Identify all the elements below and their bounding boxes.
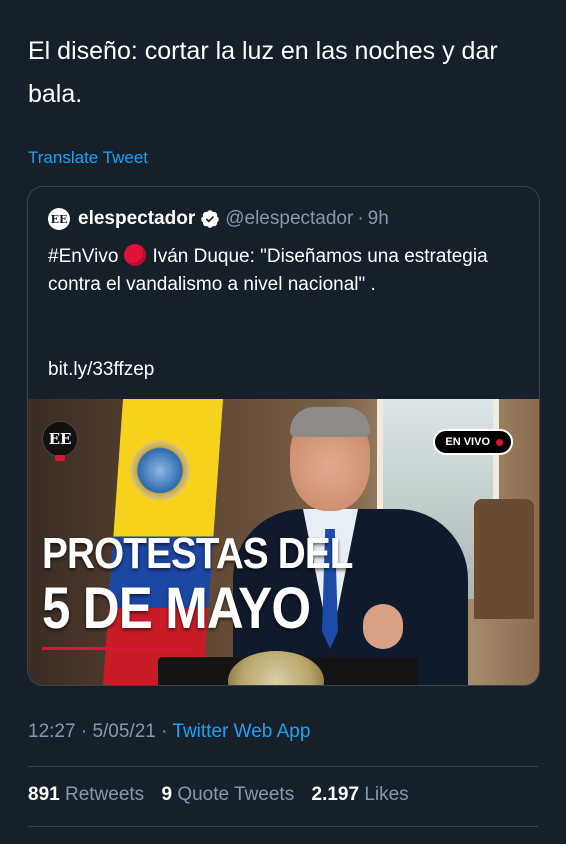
quoted-tweet-card[interactable]: EE elespectador @elespectador · 9h #EnVi… [27, 186, 540, 686]
quoted-tweet-header: EE elespectador @elespectador · 9h [48, 207, 389, 231]
headline-underline [42, 647, 192, 650]
quoted-handle[interactable]: @elespectador [225, 208, 353, 230]
quote-tweets-stat[interactable]: 9 Quote Tweets [161, 784, 294, 805]
meta-separator-1: · [80, 721, 88, 742]
likes-stat[interactable]: 2.197 Likes [312, 784, 409, 805]
media-headline: PROTESTAS DEL 5 DE MAYO [42, 529, 395, 639]
background-chair [474, 499, 534, 619]
tweet-stats: 891 Retweets 9 Quote Tweets 2.197 Likes [28, 784, 421, 806]
quoted-tweet-media-image[interactable]: EE EN VIVO PROTESTAS DEL 5 DE MAYO [28, 399, 539, 685]
divider-bottom [28, 826, 538, 827]
tweet-time[interactable]: 12:27 [28, 721, 76, 742]
header-separator: · [357, 208, 364, 229]
elespectador-avatar[interactable]: EE [48, 208, 70, 230]
retweets-label: Retweets [64, 784, 145, 805]
translate-tweet-link[interactable]: Translate Tweet [28, 148, 148, 168]
retweets-count: 891 [28, 784, 60, 805]
quoted-display-name[interactable]: elespectador [78, 208, 195, 230]
meta-separator-2: · [161, 721, 168, 742]
red-circle-emoji-icon [124, 244, 147, 266]
coat-of-arms-icon [130, 439, 190, 509]
hashtag-envivo[interactable]: #EnVivo [48, 246, 118, 267]
quoted-tweet-link[interactable]: bit.ly/33ffzep [48, 359, 154, 381]
retweets-stat[interactable]: 891 Retweets [28, 784, 144, 805]
quote-tweets-label: Quote Tweets [177, 784, 295, 805]
quoted-tweet-text: #EnVivo Iván Duque: "Diseñamos una estrat… [48, 243, 498, 299]
tweet-date[interactable]: 5/05/21 [92, 721, 155, 742]
divider-top [28, 766, 538, 767]
media-ee-logo: EE [42, 421, 78, 461]
live-dot-icon [496, 438, 503, 446]
live-badge-label: EN VIVO [445, 436, 490, 448]
tweet-text: El diseño: cortar la luz en las noches y… [28, 37, 498, 108]
tweet-meta: 12:27 · 5/05/21 · Twitter Web App [28, 721, 310, 743]
headline-line-2: 5 DE MAYO [42, 576, 311, 641]
speaker-hair [290, 407, 370, 437]
quoted-timestamp[interactable]: 9h [368, 208, 389, 230]
live-badge: EN VIVO [433, 429, 513, 455]
verified-badge-icon [200, 209, 220, 229]
tweet-source-app[interactable]: Twitter Web App [172, 721, 310, 742]
likes-label: Likes [364, 784, 409, 805]
quote-tweets-count: 9 [161, 784, 173, 805]
likes-count: 2.197 [311, 784, 360, 805]
headline-line-1: PROTESTAS DEL [42, 529, 353, 578]
